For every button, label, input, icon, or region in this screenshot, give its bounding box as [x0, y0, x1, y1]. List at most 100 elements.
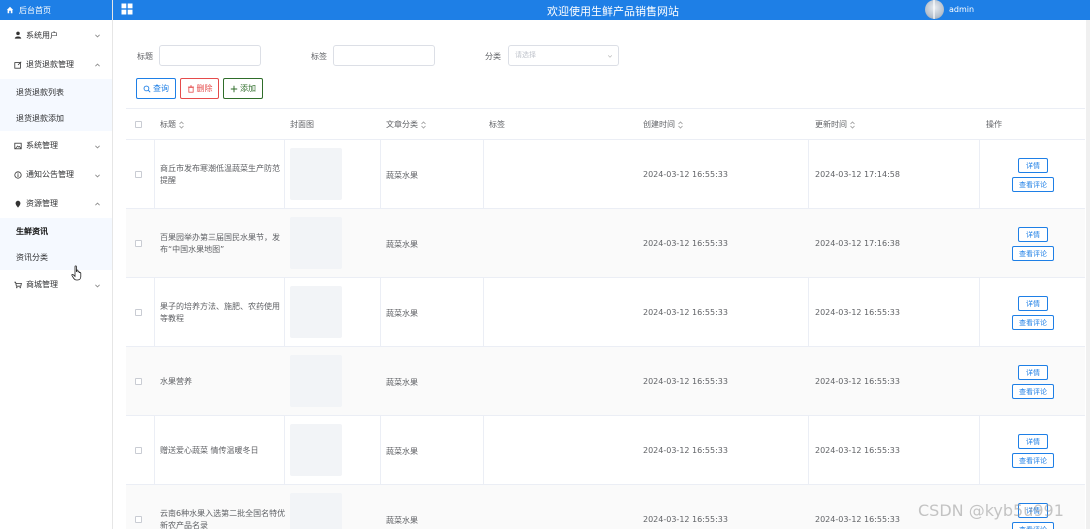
- view-comments-button[interactable]: 查看评论: [1012, 522, 1054, 529]
- chevron-up-icon: [94, 201, 101, 208]
- row-created: 2024-03-12 16:55:33: [643, 239, 728, 248]
- main-content: 标题 标签 分类 请选择 查询 删除 添加 标题 封面图 文章分类 标签 创建时…: [116, 22, 1090, 529]
- row-category: 蔬菜水果: [386, 516, 418, 525]
- sidebar-item-system-management[interactable]: 系统管理: [0, 131, 112, 160]
- sidebar-subitem-refund-list[interactable]: 退货退款列表: [0, 79, 112, 105]
- select-all-checkbox[interactable]: [135, 121, 142, 128]
- row-title: 果子的培养方法、施肥、农药使用等教程: [160, 302, 280, 323]
- category-select[interactable]: 请选择: [508, 45, 619, 66]
- table-row: 商丘市发布寒潮低温蔬菜生产防范提醒 蔬菜水果 2024-03-12 16:55:…: [126, 140, 1085, 209]
- row-category: 蔬菜水果: [386, 309, 418, 318]
- col-header-category[interactable]: 文章分类: [386, 109, 426, 140]
- edit-icon: [13, 60, 22, 69]
- detail-button[interactable]: 详情: [1018, 296, 1048, 311]
- sidebar-item-mall-management[interactable]: 商城管理: [0, 270, 112, 299]
- sidebar-item-label: 退货退款管理: [26, 60, 74, 69]
- row-checkbox[interactable]: [135, 240, 142, 247]
- brand-home-link[interactable]: 后台首页: [0, 0, 112, 20]
- vertical-scrollbar[interactable]: [1086, 20, 1090, 529]
- detail-button[interactable]: 详情: [1018, 365, 1048, 380]
- cover-image: [290, 217, 342, 269]
- search-button[interactable]: 查询: [136, 78, 176, 99]
- view-comments-button[interactable]: 查看评论: [1012, 315, 1054, 330]
- table-row: 水果营养 蔬菜水果 2024-03-12 16:55:33 2024-03-12…: [126, 347, 1085, 416]
- sidebar-item-label: 资源管理: [26, 199, 58, 208]
- view-comments-button[interactable]: 查看评论: [1012, 384, 1054, 399]
- cover-image: [290, 424, 342, 476]
- trash-icon: [187, 85, 195, 93]
- chevron-up-icon: [94, 62, 101, 69]
- sidebar-subitem-refund-add[interactable]: 退货退款添加: [0, 105, 112, 131]
- info-icon: [13, 170, 22, 179]
- sidebar-item-notice-management[interactable]: 通知公告管理: [0, 160, 112, 189]
- avatar[interactable]: [925, 0, 944, 19]
- cover-image: [290, 355, 342, 407]
- filter-category-label: 分类: [485, 52, 501, 61]
- col-header-actions: 操作: [986, 120, 1002, 129]
- sidebar-item-refund-management[interactable]: 退货退款管理: [0, 50, 112, 79]
- add-button-label: 添加: [240, 84, 256, 93]
- row-checkbox[interactable]: [135, 378, 142, 385]
- detail-button[interactable]: 详情: [1018, 227, 1048, 242]
- chevron-down-icon: [94, 282, 101, 289]
- detail-button[interactable]: 详情: [1018, 158, 1048, 173]
- category-select-placeholder: 请选择: [515, 51, 536, 59]
- chevron-down-icon: [607, 53, 613, 59]
- row-title: 云南6种水果入选第二批全国名特优新农产品名录: [160, 509, 286, 529]
- sort-icon[interactable]: [678, 120, 683, 129]
- sidebar-item-label: 系统管理: [26, 141, 58, 150]
- search-icon: [143, 85, 151, 93]
- row-category: 蔬菜水果: [386, 447, 418, 456]
- sidebar-subitem-news-category[interactable]: 资讯分类: [0, 244, 112, 270]
- row-checkbox[interactable]: [135, 447, 142, 454]
- image-icon: [13, 141, 22, 150]
- table-header: 标题 封面图 文章分类 标签 创建时间 更新时间 操作: [126, 109, 1085, 140]
- chevron-down-icon: [94, 172, 101, 179]
- brand-label: 后台首页: [19, 5, 51, 15]
- sidebar: 后台首页 系统用户 退货退款管理 退货退款列表 退货退款添加 系统管理 通知公告…: [0, 0, 113, 529]
- detail-button[interactable]: 详情: [1018, 434, 1048, 449]
- row-title: 商丘市发布寒潮低温蔬菜生产防范提醒: [160, 164, 280, 185]
- row-updated: 2024-03-12 16:55:33: [815, 446, 900, 455]
- col-header-updated[interactable]: 更新时间: [815, 109, 855, 140]
- chevron-down-icon: [94, 32, 101, 39]
- row-category: 蔬菜水果: [386, 378, 418, 387]
- row-category: 蔬菜水果: [386, 171, 418, 180]
- row-created: 2024-03-12 16:55:33: [643, 170, 728, 179]
- search-button-label: 查询: [153, 84, 169, 93]
- sidebar-item-system-users[interactable]: 系统用户: [0, 20, 112, 50]
- view-comments-button[interactable]: 查看评论: [1012, 453, 1054, 468]
- col-header-created[interactable]: 创建时间: [643, 109, 683, 140]
- view-comments-button[interactable]: 查看评论: [1012, 177, 1054, 192]
- row-updated: 2024-03-12 17:14:58: [815, 170, 900, 179]
- add-button[interactable]: 添加: [223, 78, 263, 99]
- table-row: 百果园举办第三届国民水果节，发布“中国水果地图” 蔬菜水果 2024-03-12…: [126, 209, 1085, 278]
- row-title: 百果园举办第三届国民水果节，发布“中国水果地图”: [160, 233, 280, 254]
- sidebar-item-resource-management[interactable]: 资源管理: [0, 189, 112, 218]
- sort-icon[interactable]: [421, 120, 426, 129]
- row-checkbox[interactable]: [135, 309, 142, 316]
- row-created: 2024-03-12 16:55:33: [643, 377, 728, 386]
- delete-button-label: 删除: [196, 84, 213, 93]
- row-updated: 2024-03-12 16:55:33: [815, 377, 900, 386]
- col-header-title[interactable]: 标题: [160, 109, 184, 140]
- sort-icon[interactable]: [179, 120, 184, 129]
- row-created: 2024-03-12 16:55:33: [643, 308, 728, 317]
- sort-icon[interactable]: [850, 120, 855, 129]
- table-row: 果子的培养方法、施肥、农药使用等教程 蔬菜水果 2024-03-12 16:55…: [126, 278, 1085, 347]
- home-icon: [6, 6, 14, 14]
- location-icon: [13, 199, 22, 208]
- row-checkbox[interactable]: [135, 516, 142, 523]
- view-comments-button[interactable]: 查看评论: [1012, 246, 1054, 261]
- filter-tag-label: 标签: [311, 52, 327, 61]
- cover-image: [290, 286, 342, 338]
- sidebar-item-label: 通知公告管理: [26, 170, 74, 179]
- filter-title-label: 标题: [137, 52, 153, 61]
- sidebar-subitem-fresh-news[interactable]: 生鲜资讯: [0, 218, 112, 244]
- title-search-input[interactable]: [159, 45, 261, 66]
- row-checkbox[interactable]: [135, 171, 142, 178]
- username[interactable]: admin: [949, 5, 974, 14]
- delete-button[interactable]: 删除: [180, 78, 219, 99]
- tag-search-input[interactable]: [333, 45, 435, 66]
- hand-cursor-icon: [71, 265, 83, 281]
